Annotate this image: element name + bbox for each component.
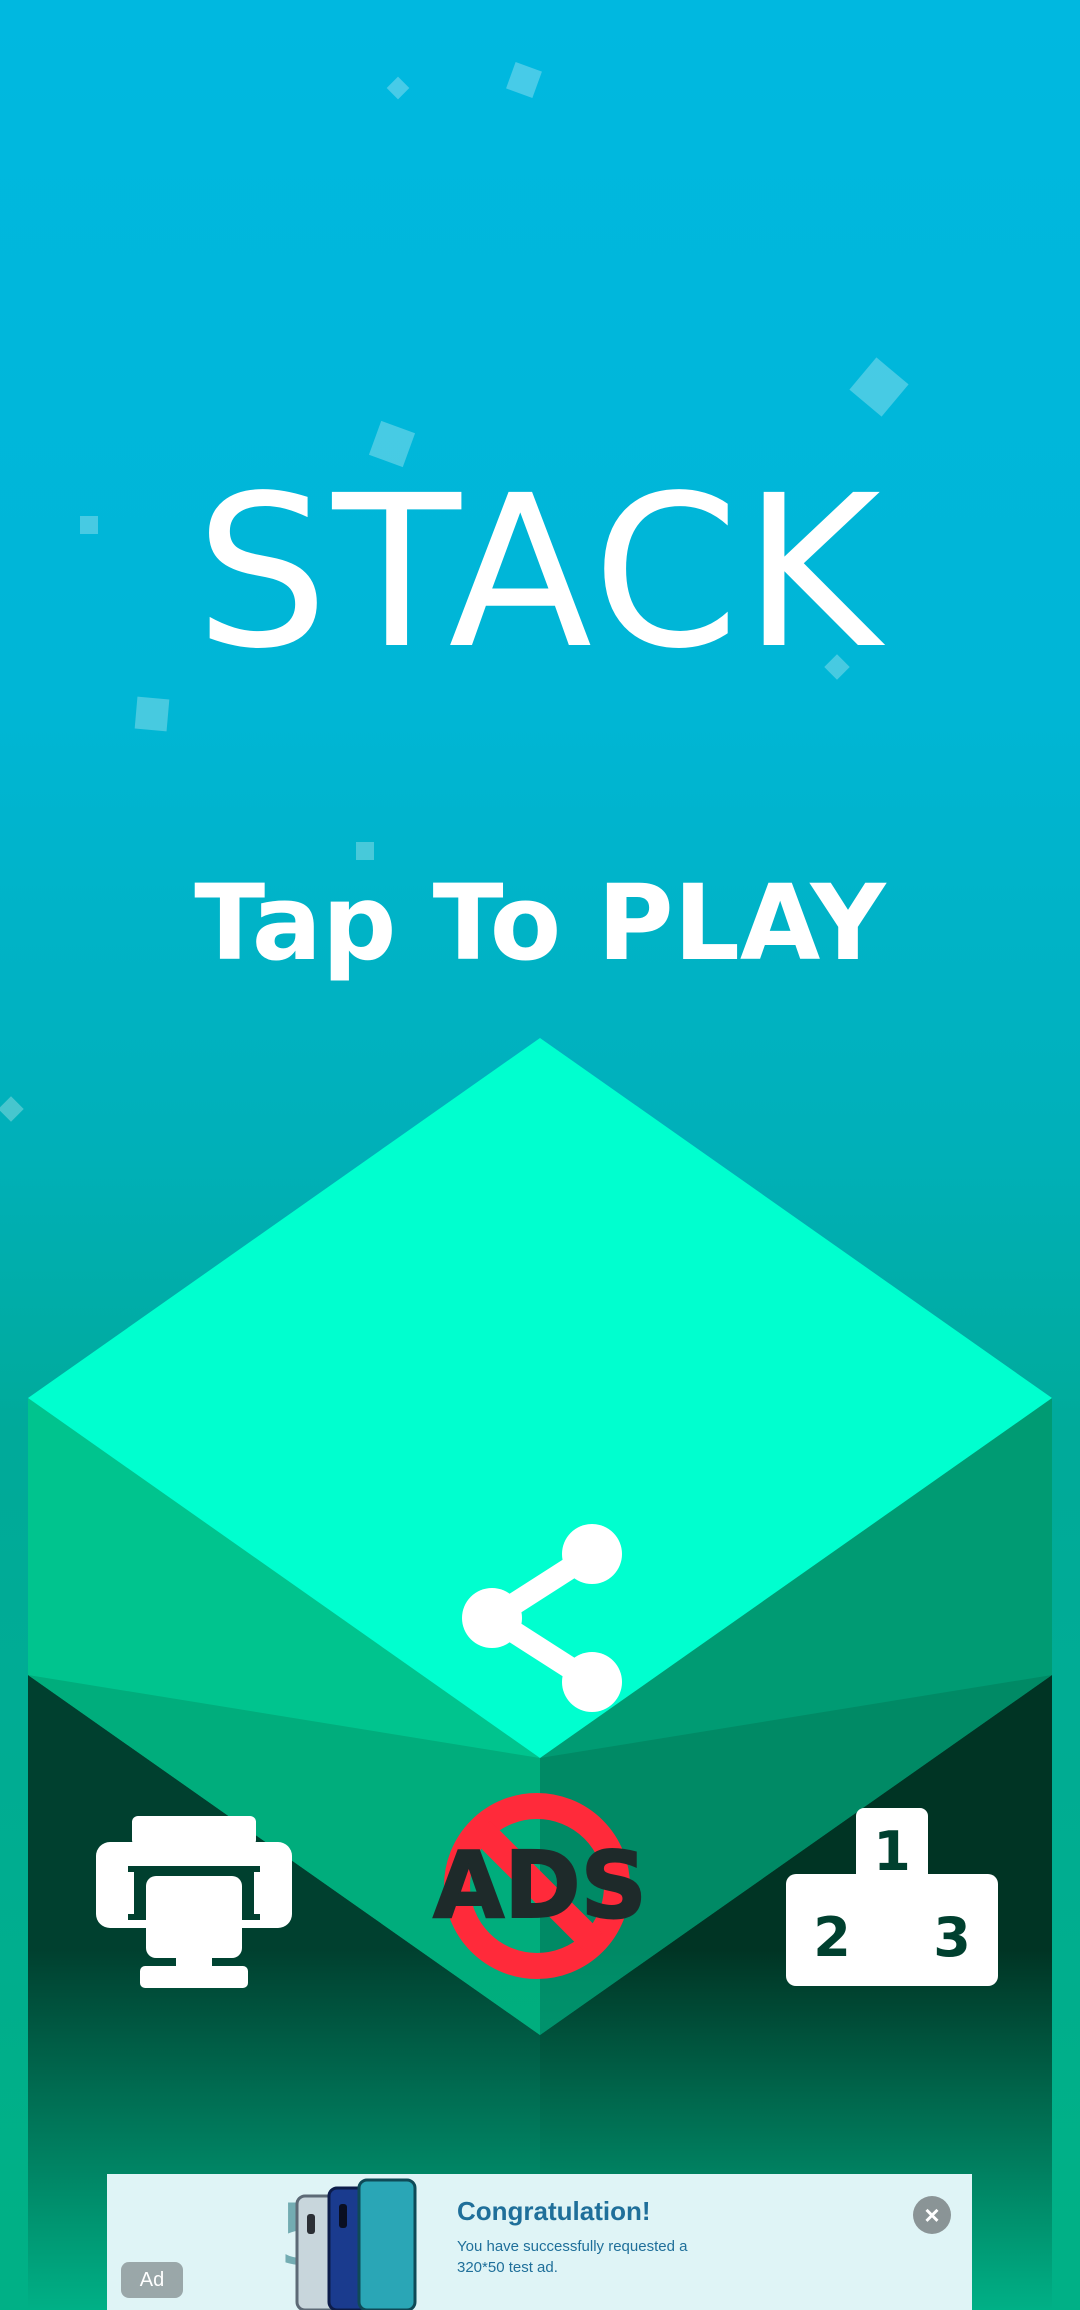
leaderboard-button[interactable]: 1 2 3	[786, 1808, 998, 1986]
share-button[interactable]	[450, 1518, 630, 1718]
podium-first: 1	[873, 1820, 911, 1883]
game-screen[interactable]: STACK Tap To PLAY ADS 1 2 3 Congratulati…	[0, 0, 1080, 2310]
phone-promo-image: 5G	[277, 2174, 447, 2310]
no-ads-icon: ADS	[432, 1793, 648, 1979]
ad-title: Congratulation!	[457, 2196, 651, 2226]
podium-icon: 1 2 3	[786, 1808, 998, 1986]
no-ads-label: ADS	[433, 1832, 647, 1939]
remove-ads-button[interactable]: ADS	[425, 1786, 655, 1986]
share-icon	[462, 1524, 622, 1712]
trophy-button[interactable]	[96, 1816, 292, 1988]
ad-text: You have successfully requested a 320*50…	[457, 2238, 688, 2276]
ad-banner[interactable]: 5G Congratulation! You have successfully…	[107, 2174, 972, 2310]
trophy-icon	[96, 1816, 292, 1988]
podium-third: 3	[933, 1906, 971, 1969]
ad-badge: Ad	[121, 2262, 183, 2298]
close-icon[interactable]: ×	[913, 2196, 951, 2234]
podium-second: 2	[813, 1906, 851, 1969]
